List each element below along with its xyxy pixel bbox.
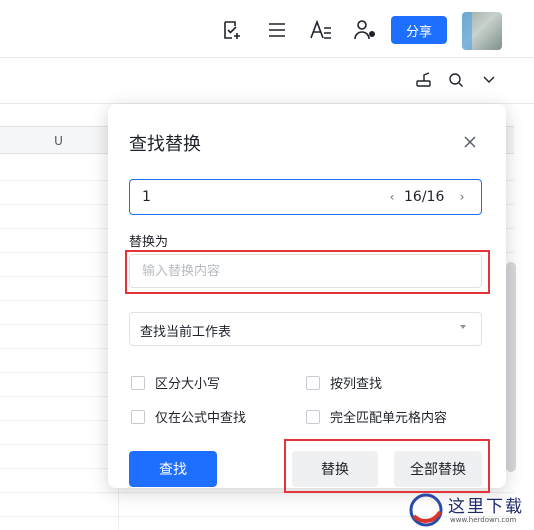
next-match-icon[interactable]: › bbox=[454, 188, 470, 206]
search-scope-select[interactable]: 查找当前工作表 bbox=[129, 312, 482, 346]
top-bar: 分享 bbox=[0, 0, 534, 58]
by-column-checkbox[interactable] bbox=[306, 375, 320, 390]
match-case-checkbox[interactable] bbox=[131, 375, 145, 390]
watermark-url: www.herdown.com bbox=[450, 516, 517, 524]
option-formula-only[interactable]: 仅在公式中查找 bbox=[131, 407, 246, 426]
chevron-down-icon[interactable] bbox=[480, 70, 498, 90]
close-icon[interactable] bbox=[460, 132, 480, 152]
search-scope-value: 查找当前工作表 bbox=[140, 325, 232, 340]
find-input[interactable]: 1 ‹ 16/16 › bbox=[129, 179, 482, 215]
option-by-column[interactable]: 按列查找 bbox=[306, 373, 382, 392]
search-icon[interactable] bbox=[446, 70, 466, 90]
replace-label: 替换为 bbox=[129, 235, 169, 250]
find-input-value: 1 bbox=[142, 189, 151, 205]
replace-button[interactable]: 替换 bbox=[292, 451, 378, 487]
caret-down-icon bbox=[460, 325, 466, 329]
replace-all-button[interactable]: 全部替换 bbox=[394, 451, 482, 487]
match-case-label: 区分大小写 bbox=[155, 377, 221, 392]
user-share-icon[interactable] bbox=[352, 18, 378, 42]
menu-lines-icon[interactable] bbox=[265, 18, 289, 42]
previous-match-icon[interactable]: ‹ bbox=[384, 188, 400, 206]
format-painter-icon[interactable] bbox=[414, 70, 434, 90]
formula-only-label: 仅在公式中查找 bbox=[155, 411, 247, 426]
whole-cell-label: 完全匹配单元格内容 bbox=[330, 411, 448, 426]
replace-input[interactable] bbox=[129, 254, 482, 288]
find-button[interactable]: 查找 bbox=[129, 451, 217, 487]
avatar[interactable] bbox=[462, 12, 502, 50]
match-count: 16/16 bbox=[404, 189, 445, 205]
secondary-toolbar bbox=[0, 58, 534, 104]
option-match-case[interactable]: 区分大小写 bbox=[131, 373, 220, 392]
scrollbar-track[interactable] bbox=[514, 104, 534, 530]
checklist-add-icon[interactable] bbox=[220, 18, 244, 42]
formula-only-checkbox[interactable] bbox=[131, 409, 145, 424]
by-column-label: 按列查找 bbox=[330, 377, 383, 392]
whole-cell-checkbox[interactable] bbox=[306, 409, 320, 424]
column-header-u[interactable]: U bbox=[0, 127, 118, 155]
watermark-logo: 这里下载 www.herdown.com bbox=[406, 488, 534, 530]
scrollbar-thumb[interactable] bbox=[506, 262, 516, 472]
find-replace-dialog: 查找替换 1 ‹ 16/16 › 替换为 查找当前工作表 区分大小写 按列查找 … bbox=[108, 104, 506, 488]
option-whole-cell[interactable]: 完全匹配单元格内容 bbox=[306, 407, 447, 426]
share-button[interactable]: 分享 bbox=[391, 16, 447, 44]
dialog-title: 查找替换 bbox=[129, 134, 201, 155]
watermark-text: 这里下载 bbox=[448, 497, 524, 517]
text-format-icon[interactable] bbox=[308, 18, 334, 42]
